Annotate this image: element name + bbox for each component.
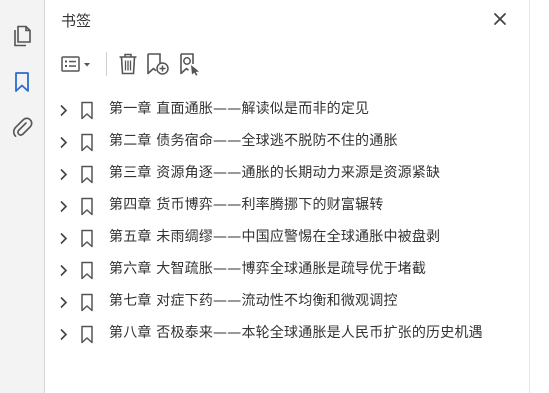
expand-chevron-icon[interactable] xyxy=(55,196,71,216)
bookmark-icon xyxy=(77,260,97,280)
bookmark-icon xyxy=(77,292,97,312)
toolbar-divider xyxy=(106,52,107,76)
add-bookmark-button[interactable] xyxy=(141,50,175,78)
bookmark-item-6[interactable]: 第六章 大智疏胀——博弈全球通胀是疏导优于堵截 xyxy=(55,259,525,280)
bookmark-label: 第四章 货币博弈——利率腾挪下的财富辗转 xyxy=(109,197,384,213)
add-bookmark-icon xyxy=(147,53,169,75)
bookmarks-panel-button[interactable] xyxy=(7,67,37,97)
bookmarks-toolbar xyxy=(59,50,205,78)
bookmark-label: 第三章 资源角逐——通胀的长期动力来源是资源紧缺 xyxy=(109,165,441,181)
pages-panel-button[interactable] xyxy=(7,21,37,51)
bookmarks-panel: 书签 第一章 直面通胀——解读似是而非的定见 第二章 债务宿命——全球逃不脱防不… xyxy=(45,0,529,393)
bookmark-icon xyxy=(77,164,97,184)
pages-icon xyxy=(14,25,31,47)
bookmark-item-4[interactable]: 第四章 货币博弈——利率腾挪下的财富辗转 xyxy=(55,195,525,216)
expand-chevron-icon[interactable] xyxy=(55,260,71,280)
bookmark-icon xyxy=(77,228,97,248)
expand-chevron-icon[interactable] xyxy=(55,100,71,120)
expand-chevron-icon[interactable] xyxy=(55,164,71,184)
bookmark-label: 第六章 大智疏胀——博弈全球通胀是疏导优于堵截 xyxy=(109,261,427,277)
bookmark-icon xyxy=(77,100,97,120)
scrollbar-track[interactable] xyxy=(529,0,549,393)
bookmark-item-3[interactable]: 第三章 资源角逐——通胀的长期动力来源是资源紧缺 xyxy=(55,163,525,184)
bookmark-item-2[interactable]: 第二章 债务宿命——全球逃不脱防不住的通胀 xyxy=(55,131,525,152)
expand-chevron-icon[interactable] xyxy=(55,132,71,152)
bookmark-item-8[interactable]: 第八章 否极泰来——本轮全球通胀是人民币扩张的历史机遇 xyxy=(55,323,525,344)
bookmark-icon xyxy=(15,72,29,92)
options-menu-button[interactable] xyxy=(59,50,97,78)
panel-title: 书签 xyxy=(61,12,92,30)
bookmark-search-icon xyxy=(180,53,199,76)
bookmark-label: 第五章 未雨绸缪——中国应警惕在全球通胀中被盘剥 xyxy=(109,229,441,245)
bookmark-icon xyxy=(77,132,97,152)
expand-chevron-icon[interactable] xyxy=(55,292,71,312)
bookmark-item-7[interactable]: 第七章 对症下药——流动性不均衡和微观调控 xyxy=(55,291,525,312)
bookmark-search-button[interactable] xyxy=(175,50,205,78)
bookmark-item-5[interactable]: 第五章 未雨绸缪——中国应警惕在全球通胀中被盘剥 xyxy=(55,227,525,248)
bookmark-label: 第一章 直面通胀——解读似是而非的定见 xyxy=(109,101,370,117)
bookmark-label: 第七章 对症下药——流动性不均衡和微观调控 xyxy=(109,293,398,309)
attachment-icon xyxy=(12,117,33,137)
close-icon xyxy=(494,13,506,25)
delete-bookmark-button[interactable] xyxy=(115,50,141,78)
bookmark-label: 第八章 否极泰来——本轮全球通胀是人民币扩张的历史机遇 xyxy=(109,325,483,341)
close-panel-button[interactable] xyxy=(489,8,511,30)
attachments-panel-button[interactable] xyxy=(7,112,37,142)
options-menu-icon xyxy=(61,56,90,72)
bookmark-item-1[interactable]: 第一章 直面通胀——解读似是而非的定见 xyxy=(55,99,525,120)
navigation-rail xyxy=(0,0,45,393)
expand-chevron-icon[interactable] xyxy=(55,228,71,248)
bookmark-icon xyxy=(77,196,97,216)
expand-chevron-icon[interactable] xyxy=(55,324,71,344)
delete-icon xyxy=(119,53,137,75)
bookmark-icon xyxy=(77,324,97,344)
bookmark-label: 第二章 债务宿命——全球逃不脱防不住的通胀 xyxy=(109,133,398,149)
